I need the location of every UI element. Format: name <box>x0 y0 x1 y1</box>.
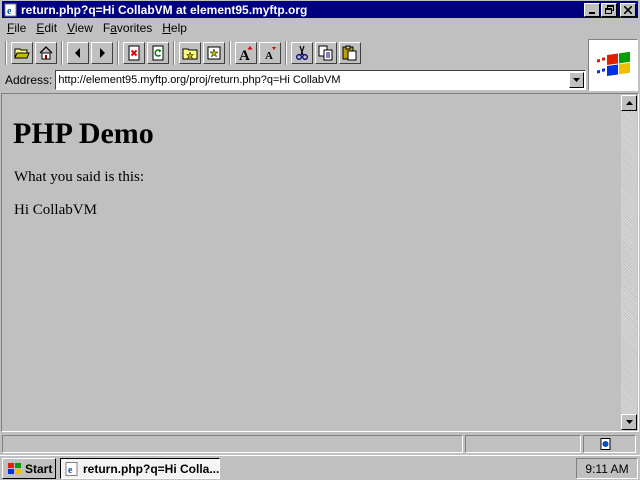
browser-window: e return.php?q=Hi CollabVM at element95.… <box>0 0 640 455</box>
zone-page-icon <box>600 438 611 450</box>
copy-button[interactable] <box>315 42 337 64</box>
title-bar[interactable]: e return.php?q=Hi CollabVM at element95.… <box>2 1 638 18</box>
page-text-echo: Hi CollabVM <box>14 202 97 218</box>
address-combobox[interactable] <box>55 70 586 90</box>
stop-button[interactable] <box>123 42 145 64</box>
smaller-font-icon: A <box>265 47 276 61</box>
toolbar-separator <box>117 41 119 65</box>
svg-text:A: A <box>265 50 273 61</box>
menu-edit[interactable]: Edit <box>31 21 62 35</box>
open-start-page-button[interactable] <box>179 42 201 64</box>
stop-icon <box>128 45 140 61</box>
toolbar: A A <box>2 38 586 68</box>
open-start-page-icon <box>182 48 198 60</box>
menu-help-accesskey: H <box>162 21 171 35</box>
taskbar-window-button[interactable]: e return.php?q=Hi Colla... <box>60 458 220 479</box>
menu-view-label: iew <box>74 21 93 35</box>
scroll-down-icon <box>625 420 633 424</box>
open-icon <box>14 48 30 59</box>
web-page: PHP Demo What you said is this: Hi Colla… <box>3 95 622 430</box>
address-dropdown-button[interactable] <box>569 72 584 88</box>
favorites-button[interactable] <box>203 42 225 64</box>
paste-button[interactable] <box>339 42 361 64</box>
clock[interactable]: 9:11 AM <box>585 462 628 476</box>
copy-icon <box>318 45 333 61</box>
menu-edit-label: dit <box>44 21 58 35</box>
toolbar-separator <box>61 41 63 65</box>
minimize-icon <box>589 11 595 14</box>
toolbar-separator <box>285 41 287 65</box>
start-button[interactable]: Start <box>2 458 56 479</box>
taskbar-window-label: return.php?q=Hi Colla... <box>83 461 220 476</box>
smaller-font-button[interactable]: A <box>259 42 281 64</box>
refresh-icon <box>152 45 164 61</box>
larger-font-button[interactable]: A <box>235 42 257 64</box>
address-bar: Address: <box>2 69 586 91</box>
content-frame: PHP Demo What you said is this: Hi Colla… <box>1 93 639 432</box>
menu-favorites-accesskey: a <box>110 21 117 35</box>
close-button[interactable] <box>620 2 636 17</box>
address-label: Address: <box>5 73 53 87</box>
menu-view-accesskey: V <box>67 21 75 35</box>
ie-page-icon: e <box>4 3 17 17</box>
address-input[interactable] <box>56 72 569 88</box>
toolbar-separator <box>5 41 7 65</box>
status-progress-pane <box>465 435 581 453</box>
toolbar-separator <box>229 41 231 65</box>
windows-logo <box>588 39 638 91</box>
svg-text:e: e <box>68 465 73 476</box>
menu-file-label: ile <box>14 21 27 35</box>
menu-bar: File Edit View Favorites Help <box>2 19 192 37</box>
back-icon <box>75 48 80 58</box>
taskbar: Start e return.php?q=Hi Colla... 9:11 AM <box>0 455 640 480</box>
window-title: return.php?q=Hi CollabVM at element95.my… <box>21 2 308 17</box>
back-button[interactable] <box>67 42 89 64</box>
cut-icon <box>296 45 308 60</box>
page-heading: PHP Demo <box>13 117 154 150</box>
status-zone-pane <box>583 435 636 453</box>
menu-help[interactable]: Help <box>157 21 192 35</box>
restore-button[interactable] <box>601 2 617 17</box>
paste-icon <box>342 45 357 61</box>
toolbar-separator <box>173 41 175 65</box>
scroll-down-button[interactable] <box>621 414 637 430</box>
home-icon <box>39 46 53 60</box>
favorites-icon <box>207 46 221 60</box>
restore-icon <box>604 5 614 14</box>
menu-favorites-label: vorites <box>116 21 153 35</box>
minimize-button[interactable] <box>584 2 600 17</box>
close-icon <box>624 5 632 14</box>
vertical-scrollbar[interactable] <box>621 95 637 430</box>
svg-text:e: e <box>7 6 12 17</box>
chevron-down-icon <box>573 78 580 82</box>
refresh-button[interactable] <box>147 42 169 64</box>
svg-text:A: A <box>239 48 250 61</box>
larger-font-icon: A <box>239 46 253 61</box>
home-button[interactable] <box>35 42 57 64</box>
open-button[interactable] <box>11 42 33 64</box>
start-label: Start <box>25 461 53 476</box>
windows-start-icon <box>8 462 21 474</box>
page-text-prompt: What you said is this: <box>14 169 144 185</box>
status-bar <box>2 435 638 453</box>
ie-page-icon: e <box>65 461 78 476</box>
menu-help-label: elp <box>170 21 187 35</box>
forward-icon <box>100 48 105 58</box>
system-tray: 9:11 AM <box>576 458 638 479</box>
cut-button[interactable] <box>291 42 313 64</box>
scroll-up-icon <box>625 101 633 105</box>
windows-flag-icon <box>597 51 630 77</box>
scroll-up-button[interactable] <box>621 95 637 111</box>
status-text-pane <box>2 435 463 453</box>
menu-file[interactable]: File <box>2 21 31 35</box>
menu-view[interactable]: View <box>62 21 98 35</box>
forward-button[interactable] <box>91 42 113 64</box>
menu-favorites[interactable]: Favorites <box>98 21 157 35</box>
